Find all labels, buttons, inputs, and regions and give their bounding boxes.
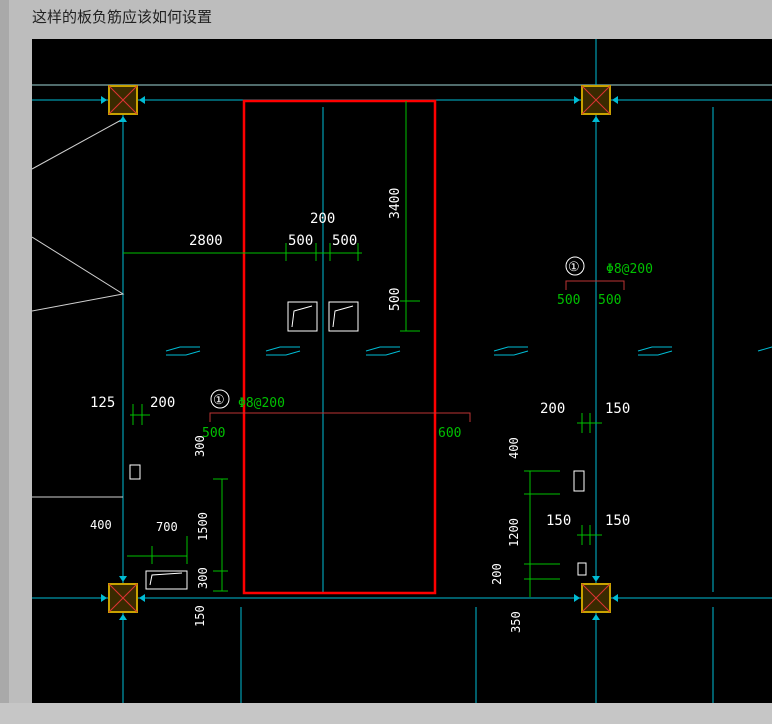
rebar-500-right: 500 — [598, 293, 621, 308]
dim-300-lower: 300 — [196, 567, 210, 589]
dimension-lines — [123, 101, 602, 597]
dim-500-left: 500 — [288, 233, 313, 249]
dim-500-vertical: 500 — [388, 288, 403, 311]
dim-200-top: 200 — [310, 211, 335, 227]
cad-drawing: 2800 200 500 500 125 200 400 700 200 150… — [32, 39, 772, 703]
dim-125: 125 — [90, 395, 115, 411]
dim-700: 700 — [156, 520, 178, 534]
rebar-number-left: ① — [213, 393, 225, 408]
r-dim-1200: 1200 — [507, 518, 521, 547]
slab-edges — [32, 118, 125, 498]
rebar-number-right: ① — [568, 260, 580, 275]
cad-drawing-viewport[interactable]: 2800 200 500 500 125 200 400 700 200 150… — [32, 39, 772, 703]
rebar-spec-right: Φ8@200 — [606, 262, 653, 277]
r-dim-150-right: 150 — [605, 513, 630, 529]
r-dim-400: 400 — [507, 437, 521, 459]
rebar-600: 600 — [438, 426, 461, 441]
dim-200-left: 200 — [150, 395, 175, 411]
r-dim-150-left: 150 — [546, 513, 571, 529]
direction-arrows — [165, 346, 772, 356]
r-dim-200-lower: 200 — [490, 563, 504, 585]
r-dim-350: 350 — [509, 611, 523, 633]
left-window-edge — [0, 0, 9, 724]
bottom-bar — [0, 703, 772, 724]
dim-150-lower: 150 — [193, 605, 207, 627]
grid-lines — [32, 39, 772, 703]
dim-400: 400 — [90, 518, 112, 532]
white-dimension-texts: 2800 200 500 500 125 200 400 700 200 150… — [90, 211, 630, 534]
dim-1500: 1500 — [196, 512, 210, 541]
dim-2800: 2800 — [189, 233, 223, 249]
rebar-spec-left: Φ8@200 — [238, 396, 285, 411]
rebar-mark-right: ① Φ8@200 500 500 — [557, 256, 653, 308]
rebar-mark-left: ① Φ8@200 500 600 — [202, 389, 461, 441]
r-dim-200: 200 — [540, 401, 565, 417]
rebar-500-left-right: 500 — [557, 293, 580, 308]
r-dim-150-top: 150 — [605, 401, 630, 417]
dim-500-right: 500 — [332, 233, 357, 249]
columns — [101, 85, 618, 620]
dim-3400: 3400 — [388, 188, 403, 219]
question-title: 这样的板负筋应该如何设置 — [32, 8, 213, 26]
rebar-500-left: 500 — [202, 426, 225, 441]
